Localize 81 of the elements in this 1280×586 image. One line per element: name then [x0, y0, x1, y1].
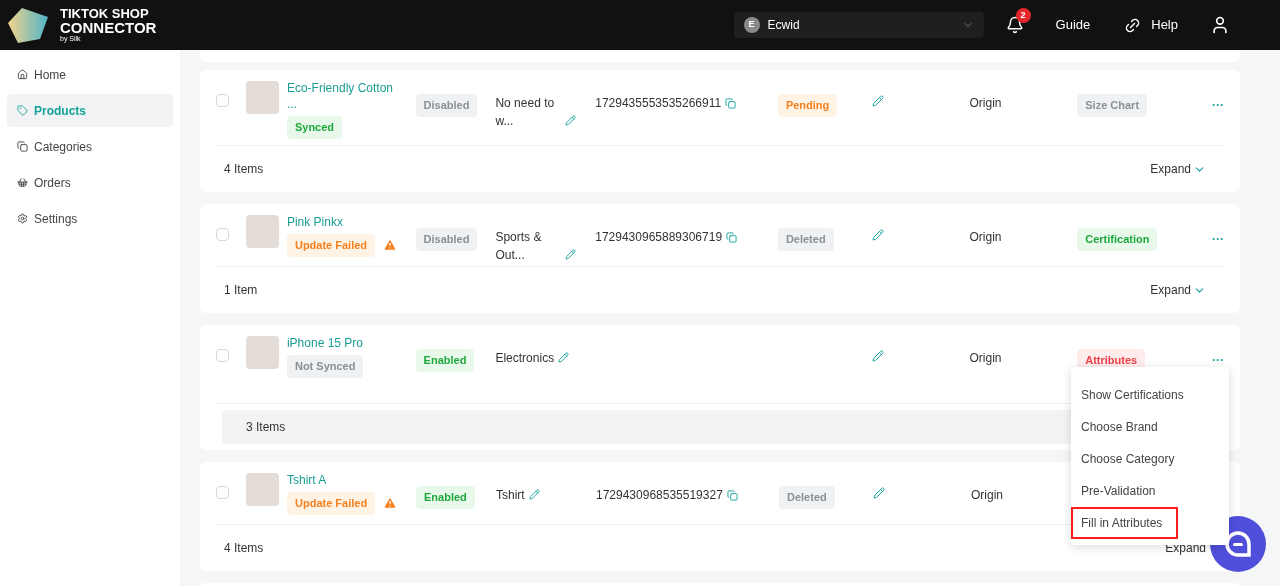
sync-status-badge: Not Synced	[286, 355, 364, 378]
sidebar-item[interactable]: Home	[7, 58, 173, 91]
sidebar-item[interactable]: Orders	[7, 166, 173, 199]
edit-icon[interactable]	[871, 350, 884, 362]
category-text: No need to w...	[495, 95, 556, 130]
sidebar-label: Categories	[34, 138, 93, 156]
sync-status-badge: Update Failed	[286, 234, 376, 257]
product-id: 1729435553535266911	[595, 95, 722, 112]
notification-icon[interactable]	[1005, 16, 1024, 34]
edit-icon[interactable]	[565, 115, 577, 126]
edit-icon[interactable]	[871, 229, 884, 241]
item-count: 1 Item	[224, 282, 258, 299]
copy-icon[interactable]	[726, 231, 738, 243]
user-icon[interactable]	[1210, 15, 1230, 35]
sync-status-badge: Update Failed	[287, 492, 376, 515]
edit-icon[interactable]	[565, 249, 577, 260]
sidebar-label: Home	[34, 66, 66, 84]
menu-item[interactable]: Choose Brand	[1073, 413, 1166, 441]
guide-link[interactable]: Guide	[1055, 15, 1091, 35]
copy-icon[interactable]	[725, 97, 737, 109]
row-checkbox[interactable]	[216, 94, 229, 107]
tag-badge: Size Chart	[1077, 94, 1148, 117]
edit-icon[interactable]	[528, 489, 540, 500]
item-count: 3 Items	[246, 419, 286, 436]
listing-status-badge: Pending	[777, 94, 838, 117]
menu-item[interactable]: Choose Category	[1073, 445, 1183, 473]
origin-text: Origin	[969, 96, 1002, 110]
category-text: Tshirt	[496, 487, 525, 504]
photo-placeholder	[246, 473, 279, 506]
store-name: Ecwid	[767, 17, 801, 34]
edit-icon[interactable]	[871, 95, 884, 107]
state-badge: Enabled	[416, 486, 475, 509]
menu-item[interactable]: Fill in Attributes	[1073, 509, 1177, 537]
photo-placeholder	[245, 336, 279, 369]
sync-status-badge: Synced	[286, 116, 343, 139]
sidebar-label: Products	[34, 102, 86, 120]
state-badge: Disabled	[415, 94, 478, 117]
basket-icon	[17, 177, 28, 188]
row-checkbox[interactable]	[216, 349, 229, 362]
store-avatar: E	[743, 17, 760, 33]
product-name-link[interactable]: Tshirt A	[287, 472, 402, 488]
copy-icon	[17, 141, 28, 152]
state-badge: Enabled	[415, 349, 475, 372]
photo-placeholder	[245, 215, 279, 248]
product-id: 1729430968535519327	[596, 487, 723, 504]
expand-button[interactable]: Expand	[1150, 281, 1206, 299]
copy-icon[interactable]	[726, 489, 738, 501]
logo-text: TIKTOK SHOP	[60, 7, 150, 21]
expand-button[interactable]: Expand	[1150, 160, 1206, 178]
menu-item[interactable]: Pre-Validation	[1073, 477, 1164, 505]
origin-text: Origin	[971, 488, 1003, 502]
sidebar-label: Settings	[34, 210, 78, 228]
state-badge: Disabled	[415, 228, 478, 251]
settings-icon	[17, 213, 28, 224]
origin-text: Origin	[969, 351, 1002, 365]
row-checkbox[interactable]	[216, 486, 229, 499]
sidebar-item[interactable]: Categories	[7, 130, 173, 163]
logo-icon	[6, 5, 50, 45]
home-icon	[17, 69, 28, 80]
item-count: 4 Items	[224, 161, 264, 178]
edit-icon[interactable]	[873, 487, 885, 499]
tag-badge: Certification	[1077, 228, 1158, 251]
product-id: 1729430965889306719	[595, 229, 723, 246]
sidebar-label: Orders	[34, 174, 71, 192]
category-text: Electronics	[495, 350, 555, 367]
row-checkbox[interactable]	[216, 228, 229, 241]
photo-placeholder	[245, 81, 279, 114]
category-text: Sports & Out...	[495, 229, 543, 264]
listing-status-badge: Deleted	[777, 228, 834, 251]
sidebar-item[interactable]: Settings	[7, 202, 173, 235]
item-count: 4 Items	[224, 540, 264, 557]
origin-text: Origin	[969, 230, 1002, 244]
tag-icon	[17, 105, 28, 116]
logo-text: CONNECTOR	[60, 21, 157, 35]
listing-status-badge: Deleted	[779, 486, 835, 509]
edit-icon[interactable]	[558, 352, 570, 363]
menu-item[interactable]: Show Certifications	[1073, 381, 1192, 409]
notification-count: 2	[1015, 8, 1031, 23]
product-name-link[interactable]: Eco-Friendly Cotton ...	[286, 80, 402, 112]
store-selector[interactable]: E Ecwid	[733, 12, 984, 38]
help-link[interactable]: Help	[1124, 15, 1178, 35]
